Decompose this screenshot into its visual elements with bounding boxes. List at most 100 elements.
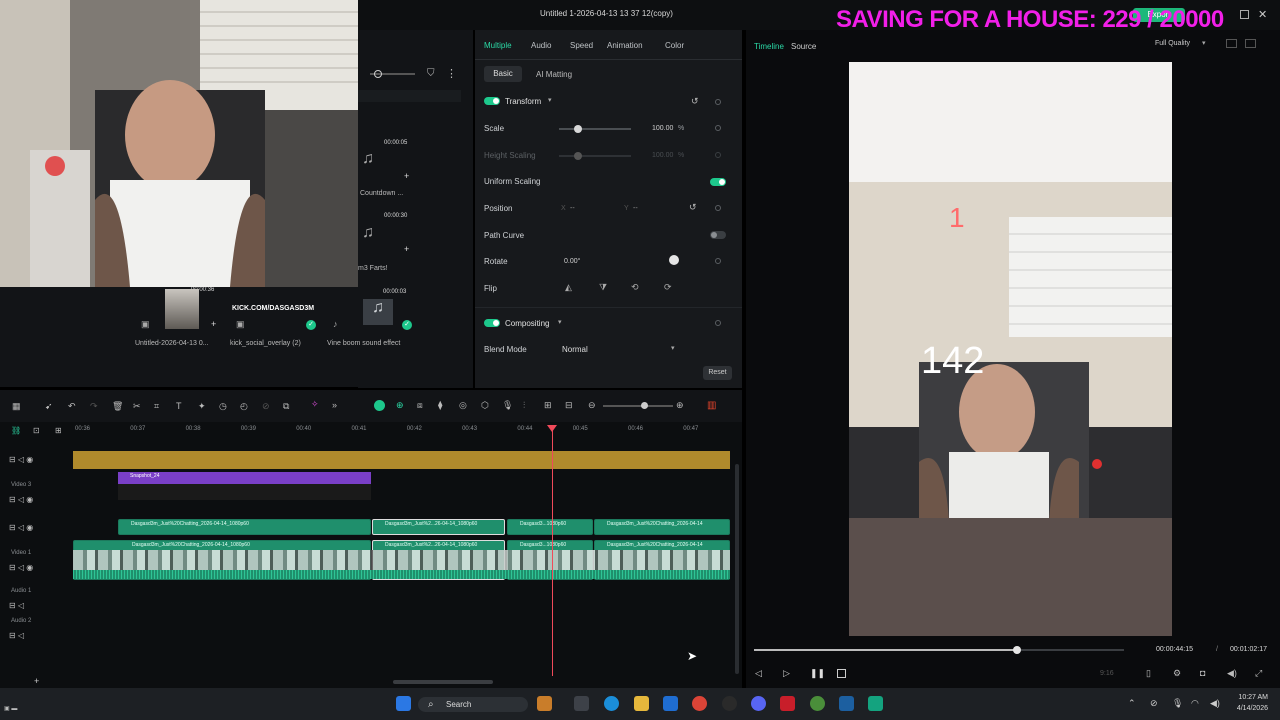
scale-slider-knob[interactable]: [574, 125, 582, 133]
track-settings-icon[interactable]: ⊡: [33, 426, 40, 435]
chevron-down-icon[interactable]: ▾: [1202, 39, 1206, 47]
effects-icon[interactable]: ✦: [198, 401, 206, 412]
more-options-icon[interactable]: ⋮: [446, 67, 457, 80]
marker-icon[interactable]: ⬡: [481, 400, 489, 411]
maximize-icon[interactable]: [1240, 10, 1249, 19]
reset-icon[interactable]: ↺: [689, 202, 697, 213]
snap-icon[interactable]: [374, 400, 385, 411]
subtab-basic[interactable]: Basic: [484, 66, 522, 82]
track-controls[interactable]: ⊟ ◁ ◉: [9, 563, 33, 572]
keyframe-icon[interactable]: [715, 99, 721, 105]
microphone-icon[interactable]: 🎙: [1172, 698, 1183, 709]
track-lock-icon[interactable]: ⊟ ◁ ◉: [9, 455, 33, 464]
keyframe-icon[interactable]: [715, 320, 721, 326]
horizontal-scrollbar[interactable]: [393, 680, 493, 684]
volume-icon[interactable]: ◀): [1227, 668, 1237, 679]
zoom-out-icon[interactable]: ⊖: [588, 400, 596, 411]
acrobat-icon[interactable]: [780, 696, 795, 711]
undo-icon[interactable]: ↶: [68, 401, 76, 412]
store-icon[interactable]: [663, 696, 678, 711]
add-icon[interactable]: +: [404, 171, 409, 181]
media-item[interactable]: 00:00:03 ♫ ♪ ✓ Vine boom sound effect: [327, 287, 422, 347]
fullscreen-icon[interactable]: ⤢: [1255, 668, 1262, 679]
video-clip[interactable]: Dasgasd3m_Just%20Chatting_2026-04-14_108…: [118, 519, 371, 535]
vertical-scrollbar[interactable]: [735, 464, 739, 674]
auto-icon[interactable]: ◎: [459, 400, 467, 411]
media-item[interactable]: 00:00:30 ♫ + m3 Farts!: [358, 211, 414, 272]
render-settings-icon[interactable]: ⚙: [1173, 668, 1181, 679]
more-tools-icon[interactable]: »: [332, 400, 337, 410]
progress-knob[interactable]: [1012, 646, 1021, 654]
tab-speed[interactable]: Speed: [570, 41, 593, 50]
magnet-icon[interactable]: ⊕: [396, 400, 404, 411]
microphone-icon[interactable]: 🎙: [502, 400, 513, 411]
uniform-scaling-toggle[interactable]: [710, 178, 726, 186]
select-tool-icon[interactable]: ➹: [45, 401, 53, 412]
add-track-icon[interactable]: +: [34, 676, 39, 686]
filter-icon[interactable]: ⛉: [427, 68, 435, 79]
search-box[interactable]: ⌕ Search: [418, 697, 528, 712]
position-x-value[interactable]: --: [570, 205, 575, 212]
zoom-in-icon[interactable]: ⊕: [676, 400, 684, 411]
previous-frame-icon[interactable]: ◁: [755, 668, 762, 679]
pause-icon[interactable]: ❚❚: [810, 668, 825, 679]
discord-icon[interactable]: [751, 696, 766, 711]
chevron-down-icon[interactable]: ▾: [558, 318, 562, 326]
split-icon[interactable]: ✂: [133, 401, 141, 412]
timer-icon[interactable]: ◴: [240, 401, 248, 412]
timeline-ruler[interactable]: 00:36 00:37 00:38 00:39 00:40 00:41 00:42 00:43…: [73, 422, 733, 438]
display-settings-icon[interactable]: [1245, 39, 1256, 48]
tab-color[interactable]: Color: [665, 41, 684, 50]
chevron-down-icon[interactable]: ▾: [548, 96, 552, 104]
media-item[interactable]: 00:00:05 ♫ + Countdown ...: [358, 138, 414, 197]
adjust-icon[interactable]: ⧉: [283, 401, 289, 412]
text-icon[interactable]: T: [176, 401, 182, 411]
flip-horizontal-icon[interactable]: ◭: [565, 282, 572, 293]
quality-select[interactable]: Full Quality: [1155, 40, 1190, 47]
edge-icon[interactable]: [604, 696, 619, 711]
filmora-icon[interactable]: [868, 696, 883, 711]
playhead[interactable]: [552, 430, 553, 676]
track-controls[interactable]: ⊟ ◁ ◉: [9, 523, 33, 532]
add-icon[interactable]: +: [404, 244, 409, 254]
snapshot-icon[interactable]: [1226, 39, 1237, 48]
keyframe-icon[interactable]: [715, 258, 721, 264]
tab-animation[interactable]: Animation: [607, 41, 643, 50]
transform-toggle[interactable]: [484, 97, 500, 105]
path-curve-toggle[interactable]: [710, 231, 726, 239]
link-tracks-icon[interactable]: ⛓: [11, 426, 21, 435]
snapshot-clip[interactable]: Snapshot_24: [118, 472, 371, 500]
keyframe-icon[interactable]: [715, 125, 721, 131]
flip-vertical-icon[interactable]: ⧩: [599, 282, 607, 293]
volume-icon[interactable]: ◀): [1210, 698, 1220, 709]
video-clip[interactable]: Dasgasd3...1080p60: [507, 519, 593, 535]
zoom-slider-knob[interactable]: [641, 402, 648, 409]
browser-icon[interactable]: [810, 696, 825, 711]
speed-icon[interactable]: ◷: [219, 401, 227, 412]
widgets-icon[interactable]: [537, 696, 552, 711]
camera-icon[interactable]: ◘: [1200, 668, 1205, 678]
multicam-icon[interactable]: ⊞: [544, 400, 552, 411]
video-preview[interactable]: 142 1: [849, 62, 1172, 636]
obs-icon[interactable]: [722, 696, 737, 711]
layout-icon[interactable]: ▦: [12, 401, 21, 412]
blend-mode-select[interactable]: Normal ▾: [559, 342, 681, 356]
rotate-dial-icon[interactable]: [669, 255, 679, 265]
rotate-value[interactable]: 0.00°: [564, 258, 580, 265]
track-controls[interactable]: ⊟ ◁ ◉: [9, 495, 33, 504]
chrome-icon[interactable]: [692, 696, 707, 711]
overlay-clip[interactable]: [73, 451, 730, 469]
network-icon[interactable]: ⊘: [1150, 698, 1158, 709]
stop-icon[interactable]: [837, 669, 846, 678]
track-controls[interactable]: ⊟ ◁: [9, 601, 24, 610]
track-controls[interactable]: ⊟ ◁: [9, 631, 24, 640]
scale-slider[interactable]: [559, 128, 631, 130]
video-clip[interactable]: Dasgasd3m_Just%20Chatting_2026-04-14: [594, 519, 730, 535]
close-icon[interactable]: ✕: [1258, 8, 1267, 21]
keyframe-icon[interactable]: [715, 205, 721, 211]
clock-time[interactable]: 10:27 AM: [1232, 694, 1268, 701]
tab-source[interactable]: Source: [791, 42, 816, 51]
add-icon[interactable]: +: [211, 319, 216, 329]
aspect-ratio[interactable]: 9:16: [1100, 670, 1114, 677]
wifi-icon[interactable]: ◠: [1191, 698, 1199, 709]
